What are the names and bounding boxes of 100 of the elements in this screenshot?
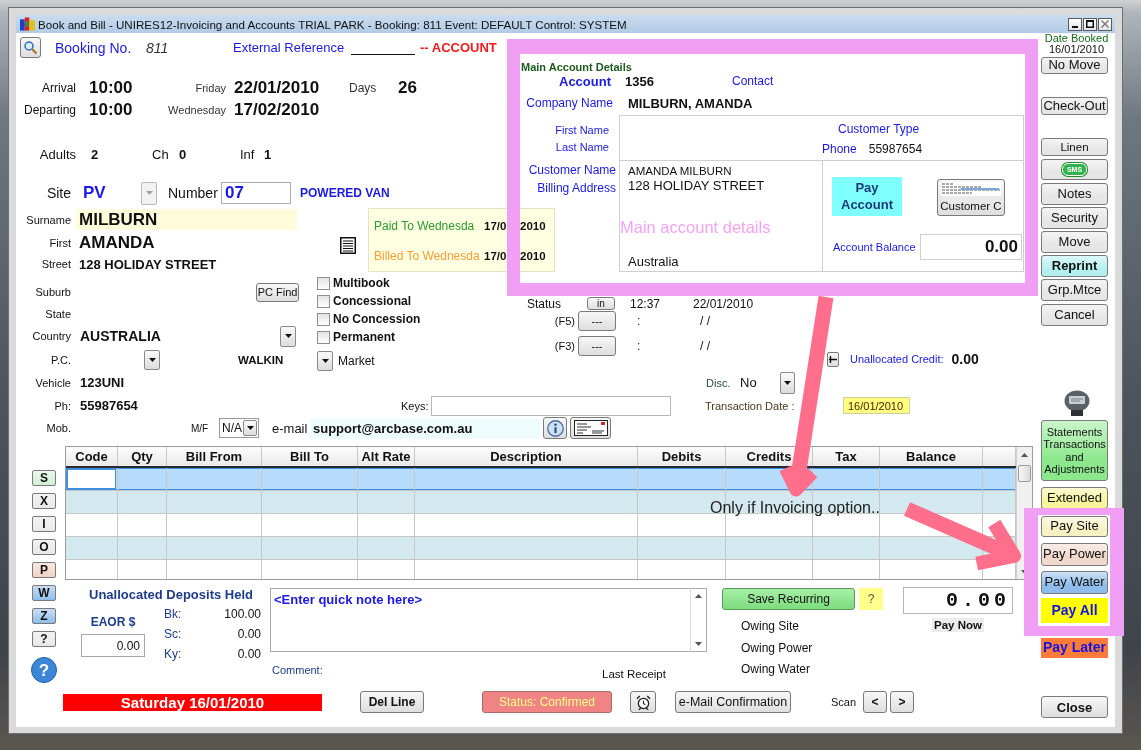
event-time: : xyxy=(637,314,641,328)
eaor-field[interactable]: 0.00 xyxy=(81,634,145,657)
keys-field[interactable] xyxy=(431,395,671,416)
column-header[interactable]: Debits xyxy=(638,447,726,466)
dropdown-button[interactable] xyxy=(780,371,795,394)
column-header[interactable]: Bill To xyxy=(262,447,358,466)
help-button[interactable]: ? xyxy=(859,588,883,610)
minimize-button[interactable] xyxy=(1068,17,1082,31)
account-balance-field[interactable]: 0.00 xyxy=(920,234,1022,260)
dropdown-button[interactable] xyxy=(144,349,160,370)
letter-button[interactable]: S xyxy=(32,470,56,486)
list-icon[interactable] xyxy=(340,237,356,254)
action-button[interactable]: Extended xyxy=(1041,487,1108,509)
close-button[interactable]: Close xyxy=(1041,696,1108,718)
pay-account-button[interactable]: Pay Account xyxy=(832,177,902,216)
last-name-label: Last Name xyxy=(555,141,609,154)
action-button[interactable]: Pay Site xyxy=(1041,516,1108,537)
action-button[interactable]: Pay All xyxy=(1041,598,1108,623)
action-button[interactable]: Grp.Mtce xyxy=(1041,279,1108,301)
minimize-icon xyxy=(1072,26,1078,28)
delete-line-button[interactable]: Del Line xyxy=(360,691,424,713)
quick-note-field[interactable]: <Enter quick note here> xyxy=(270,588,690,652)
pay-now-field[interactable]: 0.00 xyxy=(903,587,1013,614)
letter-button[interactable]: X xyxy=(32,493,56,509)
column-header[interactable]: Bill From xyxy=(167,447,262,466)
search-button[interactable] xyxy=(20,37,41,58)
letter-button[interactable]: Z xyxy=(32,608,56,624)
date-banner: Saturday 16/01/2010 xyxy=(63,693,322,711)
letter-button[interactable]: O xyxy=(32,539,56,555)
action-button[interactable]: Cancel xyxy=(1041,304,1108,326)
column-header[interactable]: Credits xyxy=(726,447,813,466)
event-button[interactable]: --- xyxy=(578,336,616,356)
event-button[interactable]: --- xyxy=(578,311,616,331)
letter-button[interactable]: ? xyxy=(32,631,56,647)
account-balance-label: Account Balance xyxy=(833,241,916,253)
action-button[interactable]: Check-Out xyxy=(1041,97,1108,115)
letter-button[interactable]: I xyxy=(32,516,56,532)
status-in-button[interactable]: in xyxy=(587,297,615,310)
option-label: No Concession xyxy=(333,312,421,326)
device-icon[interactable] xyxy=(1063,390,1090,416)
alarm-clock-button[interactable] xyxy=(630,691,656,713)
letter-button[interactable]: W xyxy=(32,585,56,601)
gender-select[interactable]: N/A xyxy=(219,418,259,438)
table-row[interactable] xyxy=(66,514,1016,537)
column-header[interactable]: Qty xyxy=(118,447,167,466)
checkbox[interactable] xyxy=(317,330,330,344)
dropdown-button[interactable] xyxy=(317,351,333,371)
status-time: 12:37 xyxy=(630,296,661,311)
email-field[interactable]: support@arcbase.com.au xyxy=(310,417,540,439)
checkbox[interactable] xyxy=(317,312,330,326)
action-button[interactable]: Pay Water xyxy=(1041,571,1108,594)
surname-field[interactable]: MILBURN xyxy=(76,209,297,230)
save-recurring-button[interactable]: Save Recurring xyxy=(722,588,855,610)
checkbox[interactable] xyxy=(317,276,330,290)
contact-label: Contact xyxy=(732,74,774,88)
first-name-label: First xyxy=(49,236,71,249)
action-button[interactable]: Statements Transactions and Adjustments xyxy=(1041,420,1108,481)
next-button[interactable]: > xyxy=(890,691,914,713)
action-button[interactable]: Move xyxy=(1041,231,1108,253)
action-button[interactable]: Notes xyxy=(1041,183,1108,205)
external-reference-label: External Reference xyxy=(233,40,345,55)
period-label: Paid To Wednesda xyxy=(374,219,475,233)
action-button[interactable]: No Move xyxy=(1041,57,1108,74)
email-confirmation-button[interactable]: e-Mail Confirmation xyxy=(675,691,791,713)
action-button[interactable]: Pay Later xyxy=(1041,638,1108,658)
table-row[interactable] xyxy=(66,491,1016,514)
time-value: 10:00 xyxy=(89,78,133,98)
table-row[interactable] xyxy=(66,468,1016,491)
help-button[interactable]: ? xyxy=(31,657,57,683)
small-button[interactable] xyxy=(827,351,839,367)
card-button[interactable] xyxy=(570,417,611,439)
maximize-button[interactable] xyxy=(1083,17,1097,31)
column-header[interactable]: Code xyxy=(66,447,118,466)
customer-button[interactable]: Customer C xyxy=(937,179,1005,216)
site-number-field[interactable]: 07 xyxy=(221,182,291,204)
column-header[interactable]: Balance xyxy=(880,447,983,466)
action-button[interactable]: Linen xyxy=(1041,138,1108,156)
letter-button[interactable]: P xyxy=(32,562,56,578)
action-button[interactable]: Reprint xyxy=(1041,255,1108,277)
previous-button[interactable]: < xyxy=(863,691,887,713)
action-button[interactable]: Security xyxy=(1041,207,1108,229)
code-input-field[interactable] xyxy=(67,469,116,489)
option-label: Permanent xyxy=(333,330,396,344)
column-header[interactable]: Tax xyxy=(813,447,880,466)
info-button[interactable] xyxy=(543,417,567,439)
scrollbar[interactable] xyxy=(690,588,707,652)
action-button[interactable]: Pay Power xyxy=(1041,543,1108,566)
comment-label: Comment: xyxy=(272,664,323,676)
dropdown-button[interactable] xyxy=(280,325,296,347)
window-close-button[interactable] xyxy=(1098,17,1112,31)
dropdown-button[interactable] xyxy=(243,420,257,436)
transaction-date-field[interactable]: 16/01/2010 xyxy=(843,397,910,414)
column-header[interactable]: Alt Rate xyxy=(358,447,415,466)
pc-find-button[interactable]: PC Find xyxy=(256,282,299,302)
column-header[interactable]: Description xyxy=(415,447,638,466)
checkbox[interactable] xyxy=(317,294,330,308)
scrollbar-thumb[interactable] xyxy=(1018,465,1031,482)
guest-count: 1 xyxy=(264,146,272,162)
vehicle-value: 123UNI xyxy=(80,375,125,390)
option-label: Concessional xyxy=(333,294,412,308)
